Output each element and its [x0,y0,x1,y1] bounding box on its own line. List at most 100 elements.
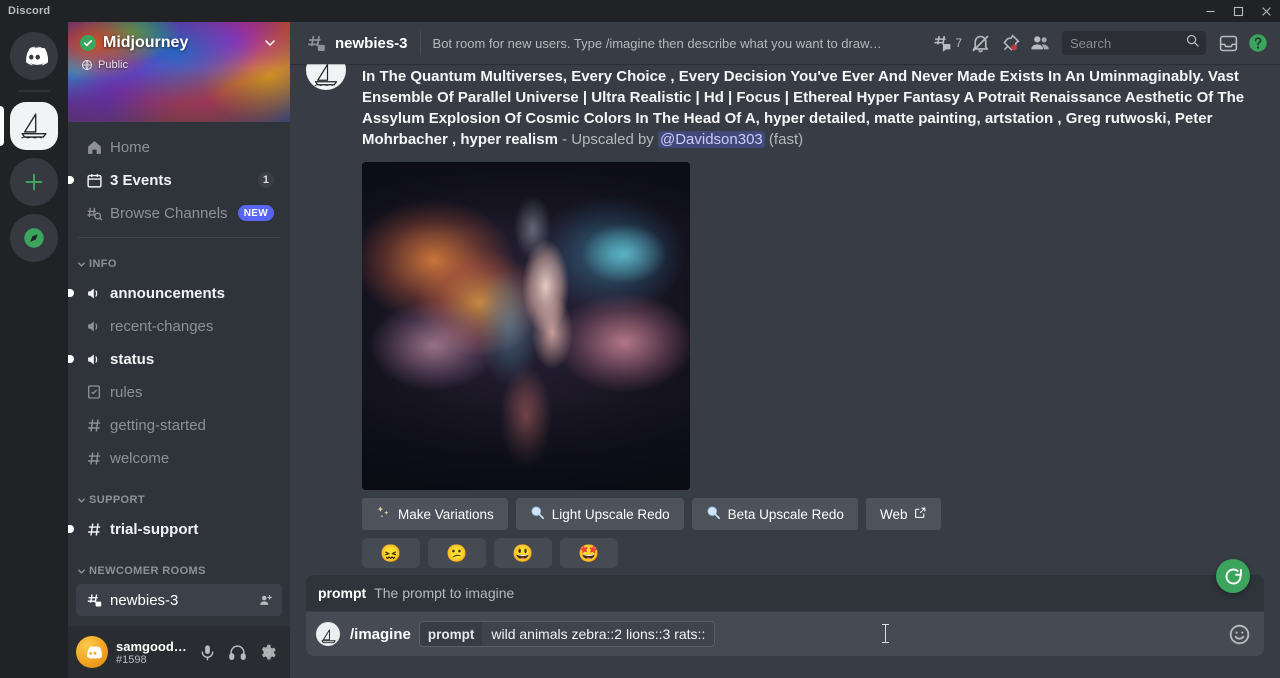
server-banner[interactable]: Midjourney Public [68,22,290,122]
new-badge: NEW [238,205,274,221]
chevron-down-icon [76,566,87,577]
message-composer[interactable]: /imagine prompt wild animals zebra::2 li… [306,612,1264,656]
chevron-down-icon [76,495,87,506]
browse-channels-icon [84,203,104,223]
sidebar-item-home[interactable]: Home [76,131,282,163]
message-avatar-column [306,64,362,568]
avatar[interactable] [306,64,346,90]
server-header: Midjourney Public [80,34,278,71]
add-member-icon[interactable] [256,591,274,609]
headphones-icon[interactable] [222,637,252,667]
search-box[interactable] [1062,31,1206,55]
beta-upscale-redo-button[interactable]: Beta Upscale Redo [692,498,858,530]
user-mention[interactable]: @Davidson303 [658,131,765,148]
refresh-icon[interactable] [1216,559,1250,593]
announcement-icon [84,349,104,369]
channel-label: announcements [110,285,274,302]
maximize-button[interactable] [1224,0,1252,22]
user-info[interactable]: samgoodw... #1598 [116,639,192,666]
hash-icon [84,448,104,468]
avatar[interactable] [76,636,108,668]
sidebar-item-announcements[interactable]: announcements [76,277,282,309]
unread-indicator [68,289,74,297]
emoji-picker-icon[interactable] [1226,621,1252,647]
channel-label: newbies-3 [110,592,256,609]
sidebar-item-label: 3 Events [110,172,258,189]
server-rail-item-direct-messages[interactable] [10,32,58,80]
sidebar-divider [78,237,280,238]
web-button[interactable]: Web [866,498,942,530]
channel-header: newbies-3 Bot room for new users. Type /… [290,22,1280,64]
sparkles-icon [376,505,391,523]
make-variations-button[interactable]: Make Variations [362,498,508,530]
sidebar-item-getting-started[interactable]: getting-started [76,409,282,441]
channel-label: status [110,351,274,368]
server-rail-item-midjourney[interactable] [10,102,58,150]
sidebar-item-browse-channels[interactable]: Browse Channels NEW [76,197,282,229]
chevron-down-icon[interactable] [262,35,278,51]
channel-label: newbies-33 [110,625,274,627]
confounded-face-reaction[interactable]: 😖 [362,538,420,568]
message-separator: - [558,131,571,148]
member-list-icon[interactable] [1026,29,1054,57]
gear-icon[interactable] [252,637,282,667]
generated-image[interactable] [362,162,690,490]
magnifier-icon [706,505,721,523]
sidebar-item-recent-changes[interactable]: recent-changes [76,310,282,342]
sidebar-item-welcome[interactable]: welcome [76,442,282,474]
server-rail [0,22,68,678]
inbox-icon[interactable] [1214,29,1242,57]
help-icon[interactable] [1244,29,1272,57]
channel-label: getting-started [110,417,274,434]
server-rail-item-add-server[interactable] [10,158,58,206]
category-newcomer-rooms[interactable]: NEWCOMER ROOMS [68,559,290,583]
channel-sidebar: Midjourney Public Home [68,22,290,678]
smiling-face-reaction[interactable]: 😃 [494,538,552,568]
confused-face-reaction[interactable]: 😕 [428,538,486,568]
active-server-indicator [0,106,4,146]
search-input[interactable] [1070,36,1185,51]
notifications-muted-icon[interactable] [966,29,994,57]
sidebar-item-trial-support[interactable]: trial-support [76,513,282,545]
text-cursor [885,624,886,643]
channel-topic[interactable]: Bot room for new users. Type /imagine th… [433,36,885,51]
message-item: In The Quantum Multiverses, Every Choice… [290,64,1280,568]
threads-count: 7 [955,36,962,50]
channel-label: recent-changes [110,318,274,335]
sidebar-item-newbies-3[interactable]: newbies-3 [76,584,282,616]
app-root: Midjourney Public Home [0,22,1280,678]
server-rail-item-explore[interactable] [10,214,58,262]
star-struck-reaction[interactable]: 🤩 [560,538,618,568]
command-argument-chip[interactable]: prompt wild animals zebra::2 lions::3 ra… [419,621,715,647]
events-badge: 1 [258,172,274,188]
slash-command-hint: prompt The prompt to imagine [306,575,1264,612]
category-info[interactable]: INFO [68,252,290,276]
pinned-messages-icon[interactable] [996,29,1024,57]
message-list[interactable]: In The Quantum Multiverses, Every Choice… [290,64,1280,575]
sidebar-item-events[interactable]: 3 Events 1 [76,164,282,196]
main-content: newbies-3 Bot room for new users. Type /… [290,22,1280,678]
server-privacy: Public [81,59,278,71]
sidebar-item-status[interactable]: status [76,343,282,375]
unread-indicator [68,355,74,363]
channel-label: rules [110,384,274,401]
light-upscale-redo-button[interactable]: Light Upscale Redo [516,498,684,530]
sidebar-item-newbies-33[interactable]: newbies-33 [76,617,282,626]
channel-label: welcome [110,450,274,467]
argument-value[interactable]: wild animals zebra::2 lions::3 rats:: [482,622,714,646]
channel-header-actions: 7 [930,29,1272,57]
message-reactions: 😖 😕 😃 🤩 [362,538,1264,568]
button-label: Web [880,507,908,522]
microphone-icon[interactable] [192,637,222,667]
composer-input[interactable] [715,612,1226,656]
user-discriminator: #1598 [116,654,192,666]
server-privacy-label: Public [98,59,128,71]
announcement-icon [84,283,104,303]
category-support[interactable]: SUPPORT [68,488,290,512]
close-button[interactable] [1252,0,1280,22]
plus-icon [10,158,58,206]
sidebar-item-rules[interactable]: rules [76,376,282,408]
threads-icon[interactable]: 7 [930,29,964,57]
minimize-button[interactable] [1196,0,1224,22]
announcement-icon [84,316,104,336]
